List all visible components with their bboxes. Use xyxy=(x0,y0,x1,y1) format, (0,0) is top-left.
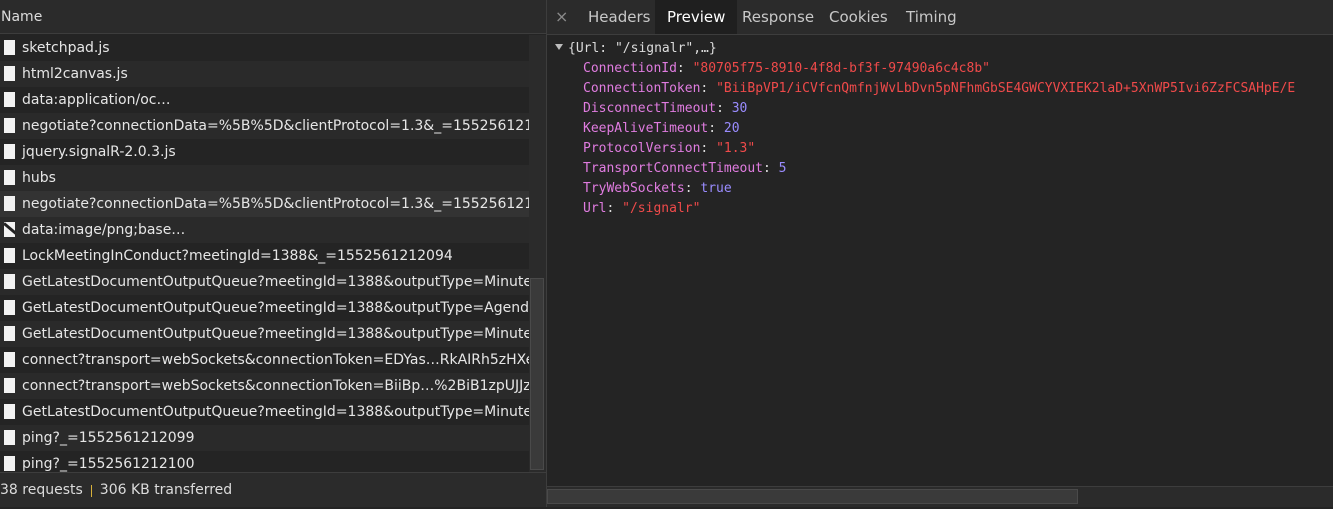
request-row[interactable]: html2canvas.js xyxy=(0,61,529,87)
json-property: DisconnectTimeout: 30 xyxy=(583,101,748,116)
status-bar: 38 requests 306 KB transferred xyxy=(0,472,546,507)
tab-headers[interactable]: Headers xyxy=(576,0,662,34)
json-property: TryWebSockets: true xyxy=(583,181,732,196)
file-icon xyxy=(4,404,15,419)
request-name: GetLatestDocumentOutputQueue?meetingId=1… xyxy=(22,274,529,290)
image-file-icon xyxy=(4,222,15,237)
json-key: ConnectionToken xyxy=(583,81,701,96)
request-row[interactable]: connect?transport=webSockets&connectionT… xyxy=(0,347,529,373)
file-icon xyxy=(4,66,15,81)
json-key: TransportConnectTimeout xyxy=(583,161,764,176)
tab-preview[interactable]: Preview xyxy=(655,0,738,34)
file-icon xyxy=(4,378,15,393)
request-name: ping?_=1552561212100 xyxy=(22,456,195,472)
request-detail-pane: × Headers Preview Response Cookies Timin… xyxy=(547,0,1333,507)
file-icon xyxy=(4,144,15,159)
json-key: DisconnectTimeout xyxy=(583,101,717,116)
request-name: LockMeetingInConduct?meetingId=1388&_=15… xyxy=(22,248,453,264)
json-value: 5 xyxy=(778,161,787,176)
json-value: 20 xyxy=(723,121,740,136)
request-name: data:application/oc… xyxy=(22,92,171,108)
file-icon xyxy=(4,170,15,185)
request-row[interactable]: hubs xyxy=(0,165,529,191)
tab-response[interactable]: Response xyxy=(730,0,826,34)
request-name: negotiate?connectionData=%5B%5D&clientPr… xyxy=(22,118,529,134)
network-request-list-pane: Name sketchpad.js html2canvas.js data:appl… xyxy=(0,0,547,507)
file-icon xyxy=(4,456,15,471)
request-name: hubs xyxy=(22,170,56,186)
json-key: ConnectionId xyxy=(583,61,677,76)
name-column-header[interactable]: Name xyxy=(0,0,546,34)
request-row[interactable]: GetLatestDocumentOutputQueue?meetingId=1… xyxy=(0,321,529,347)
json-property: KeepAliveTimeout: 20 xyxy=(583,121,740,136)
request-row[interactable]: data:image/png;base… xyxy=(0,217,529,243)
request-list: sketchpad.js html2canvas.js data:applicati… xyxy=(0,35,529,472)
json-value: "80705f75-8910-4f8d-bf3f-97490a6c4c8b" xyxy=(692,61,990,76)
json-root-summary[interactable]: {Url: "/signalr",…} xyxy=(555,39,1295,59)
json-property: ProtocolVersion: "1.3" xyxy=(583,141,756,156)
file-icon xyxy=(4,300,15,315)
request-row[interactable]: connect?transport=webSockets&connectionT… xyxy=(0,373,529,399)
request-name: ping?_=1552561212099 xyxy=(22,430,195,446)
tab-cookies[interactable]: Cookies xyxy=(817,0,900,34)
request-row[interactable]: negotiate?connectionData=%5B%5D&clientPr… xyxy=(0,191,529,217)
json-value: "1.3" xyxy=(716,141,756,156)
json-value: 30 xyxy=(731,101,748,116)
json-value: true xyxy=(700,181,732,196)
request-count: 38 requests xyxy=(0,482,83,498)
request-row[interactable]: ping?_=1552561212100 xyxy=(0,451,529,472)
request-name: GetLatestDocumentOutputQueue?meetingId=1… xyxy=(22,404,529,420)
preview-horizontal-scrollbar-thumb[interactable] xyxy=(547,489,1078,504)
request-row[interactable]: LockMeetingInConduct?meetingId=1388&_=15… xyxy=(0,243,529,269)
request-name: data:image/png;base… xyxy=(22,222,186,238)
status-separator xyxy=(90,484,92,497)
request-name: connect?transport=webSockets&connectionT… xyxy=(22,378,529,394)
transferred-size: 306 KB transferred xyxy=(99,482,233,498)
file-icon xyxy=(4,326,15,341)
request-row[interactable]: GetLatestDocumentOutputQueue?meetingId=1… xyxy=(0,295,529,321)
request-row[interactable]: jquery.signalR-2.0.3.js xyxy=(0,139,529,165)
file-icon xyxy=(4,40,15,55)
request-name: GetLatestDocumentOutputQueue?meetingId=1… xyxy=(22,300,529,316)
file-icon xyxy=(4,430,15,445)
request-name: negotiate?connectionData=%5B%5D&clientPr… xyxy=(22,196,529,212)
json-summary-text: {Url: "/signalr",…} xyxy=(568,41,717,56)
request-row[interactable]: ping?_=1552561212099 xyxy=(0,425,529,451)
request-row[interactable]: sketchpad.js xyxy=(0,35,529,61)
file-icon xyxy=(4,248,15,263)
request-name: GetLatestDocumentOutputQueue?meetingId=1… xyxy=(22,326,529,342)
json-property: ConnectionId: "80705f75-8910-4f8d-bf3f-9… xyxy=(583,61,990,76)
request-row[interactable]: negotiate?connectionData=%5B%5D&clientPr… xyxy=(0,113,529,139)
request-name: jquery.signalR-2.0.3.js xyxy=(22,144,176,160)
json-value: "BiiBpVP1/iCVfcnQmfnjWvLbDvn5pNFhmGbSE4G… xyxy=(716,81,1296,96)
json-property: ConnectionToken: "BiiBpVP1/iCVfcnQmfnjWv… xyxy=(583,81,1296,96)
request-name: sketchpad.js xyxy=(22,40,110,56)
expand-triangle-icon[interactable] xyxy=(555,44,563,50)
request-name: html2canvas.js xyxy=(22,66,128,82)
file-icon xyxy=(4,92,15,107)
file-icon xyxy=(4,352,15,367)
json-property: TransportConnectTimeout: 5 xyxy=(583,161,787,176)
request-list-scrollbar-thumb[interactable] xyxy=(530,278,544,470)
file-icon xyxy=(4,196,15,211)
detail-tab-bar: × Headers Preview Response Cookies Timin… xyxy=(547,0,1333,35)
json-preview: {Url: "/signalr",…} ConnectionId: "80705… xyxy=(555,39,1295,219)
request-row[interactable]: GetLatestDocumentOutputQueue?meetingId=1… xyxy=(0,399,529,425)
file-icon xyxy=(4,118,15,133)
tab-timing[interactable]: Timing xyxy=(894,0,969,34)
request-name: connect?transport=webSockets&connectionT… xyxy=(22,352,529,368)
json-key: TryWebSockets xyxy=(583,181,685,196)
json-key: ProtocolVersion xyxy=(583,141,701,156)
request-row[interactable]: GetLatestDocumentOutputQueue?meetingId=1… xyxy=(0,269,529,295)
json-value: "/signalr" xyxy=(622,201,701,216)
close-icon[interactable]: × xyxy=(555,0,568,34)
json-key: KeepAliveTimeout xyxy=(583,121,709,136)
json-key: Url xyxy=(583,201,607,216)
request-row[interactable]: data:application/oc… xyxy=(0,87,529,113)
file-icon xyxy=(4,274,15,289)
json-property: Url: "/signalr" xyxy=(583,201,701,216)
